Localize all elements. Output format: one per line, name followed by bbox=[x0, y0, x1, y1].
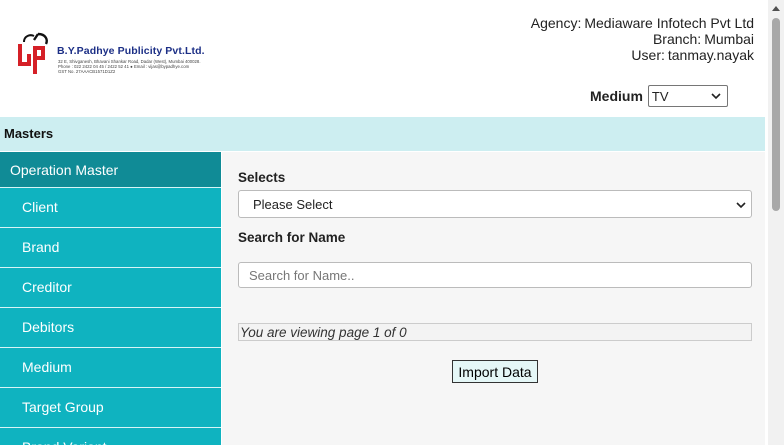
session-info: Agency: Mediaware Infotech Pvt Ltd Branch… bbox=[531, 15, 754, 63]
agency-label: Agency: bbox=[530, 15, 582, 31]
sidebar-item-brand[interactable]: Brand bbox=[0, 227, 221, 267]
logo-mark-icon bbox=[18, 32, 48, 74]
sidebar-item-client[interactable]: Client bbox=[0, 187, 221, 227]
agency-row: Agency: Mediaware Infotech Pvt Ltd bbox=[531, 15, 754, 31]
selects-label: Selects bbox=[238, 170, 286, 185]
user-value: tanmay.nayak bbox=[667, 47, 754, 63]
agency-value: Mediaware Infotech Pvt Ltd bbox=[584, 15, 754, 31]
masters-title: Masters bbox=[4, 126, 54, 141]
selects-selected-value: Please Select bbox=[253, 197, 333, 212]
sidebar-item-brand-variant[interactable]: Brand Variant bbox=[0, 427, 221, 445]
user-label: User: bbox=[631, 47, 665, 63]
sidebar-section-operation-master[interactable]: Operation Master bbox=[0, 152, 221, 187]
page-header: B.Y.Padhye Publicity Pvt.Ltd. 32 E, Shiv… bbox=[0, 0, 768, 117]
branch-row: Branch: Mumbai bbox=[531, 31, 754, 47]
sidebar: Operation Master Client Brand Creditor D… bbox=[0, 152, 221, 445]
scrollbar-thumb[interactable] bbox=[772, 18, 780, 211]
search-name-label: Search for Name bbox=[238, 230, 346, 245]
selects-dropdown[interactable]: Please Select bbox=[238, 190, 752, 218]
medium-select[interactable]: TV bbox=[647, 85, 728, 107]
logo-gst: GST No. 27AAACB1571D1Z2 bbox=[58, 69, 116, 74]
sidebar-item-medium[interactable]: Medium bbox=[0, 347, 221, 387]
user-row: User: tanmay.nayak bbox=[531, 47, 754, 63]
medium-selector: Medium TV bbox=[590, 85, 728, 107]
sidebar-item-debitors[interactable]: Debitors bbox=[0, 307, 221, 347]
import-data-button[interactable]: Import Data bbox=[452, 360, 538, 383]
sidebar-item-creditor[interactable]: Creditor bbox=[0, 267, 221, 307]
chevron-down-icon bbox=[711, 93, 721, 100]
medium-label: Medium bbox=[590, 88, 643, 104]
search-name-input[interactable] bbox=[238, 262, 752, 288]
page-scrollbar[interactable] bbox=[768, 0, 784, 445]
sidebar-item-target-group[interactable]: Target Group bbox=[0, 387, 221, 427]
chevron-down-icon bbox=[736, 202, 746, 209]
medium-selected-value: TV bbox=[651, 88, 669, 104]
main-content: Selects Please Select Search for Name Yo… bbox=[222, 152, 765, 445]
branch-value: Mumbai bbox=[704, 31, 754, 47]
branch-label: Branch: bbox=[652, 31, 702, 47]
scroll-up-arrow-icon[interactable] bbox=[772, 5, 780, 11]
masters-bar: Masters bbox=[0, 117, 765, 151]
logo-company-name: B.Y.Padhye Publicity Pvt.Ltd. bbox=[57, 45, 205, 57]
company-logo[interactable]: B.Y.Padhye Publicity Pvt.Ltd. 32 E, Shiv… bbox=[16, 32, 212, 78]
pagination-info: You are viewing page 1 of 0 bbox=[238, 323, 752, 341]
